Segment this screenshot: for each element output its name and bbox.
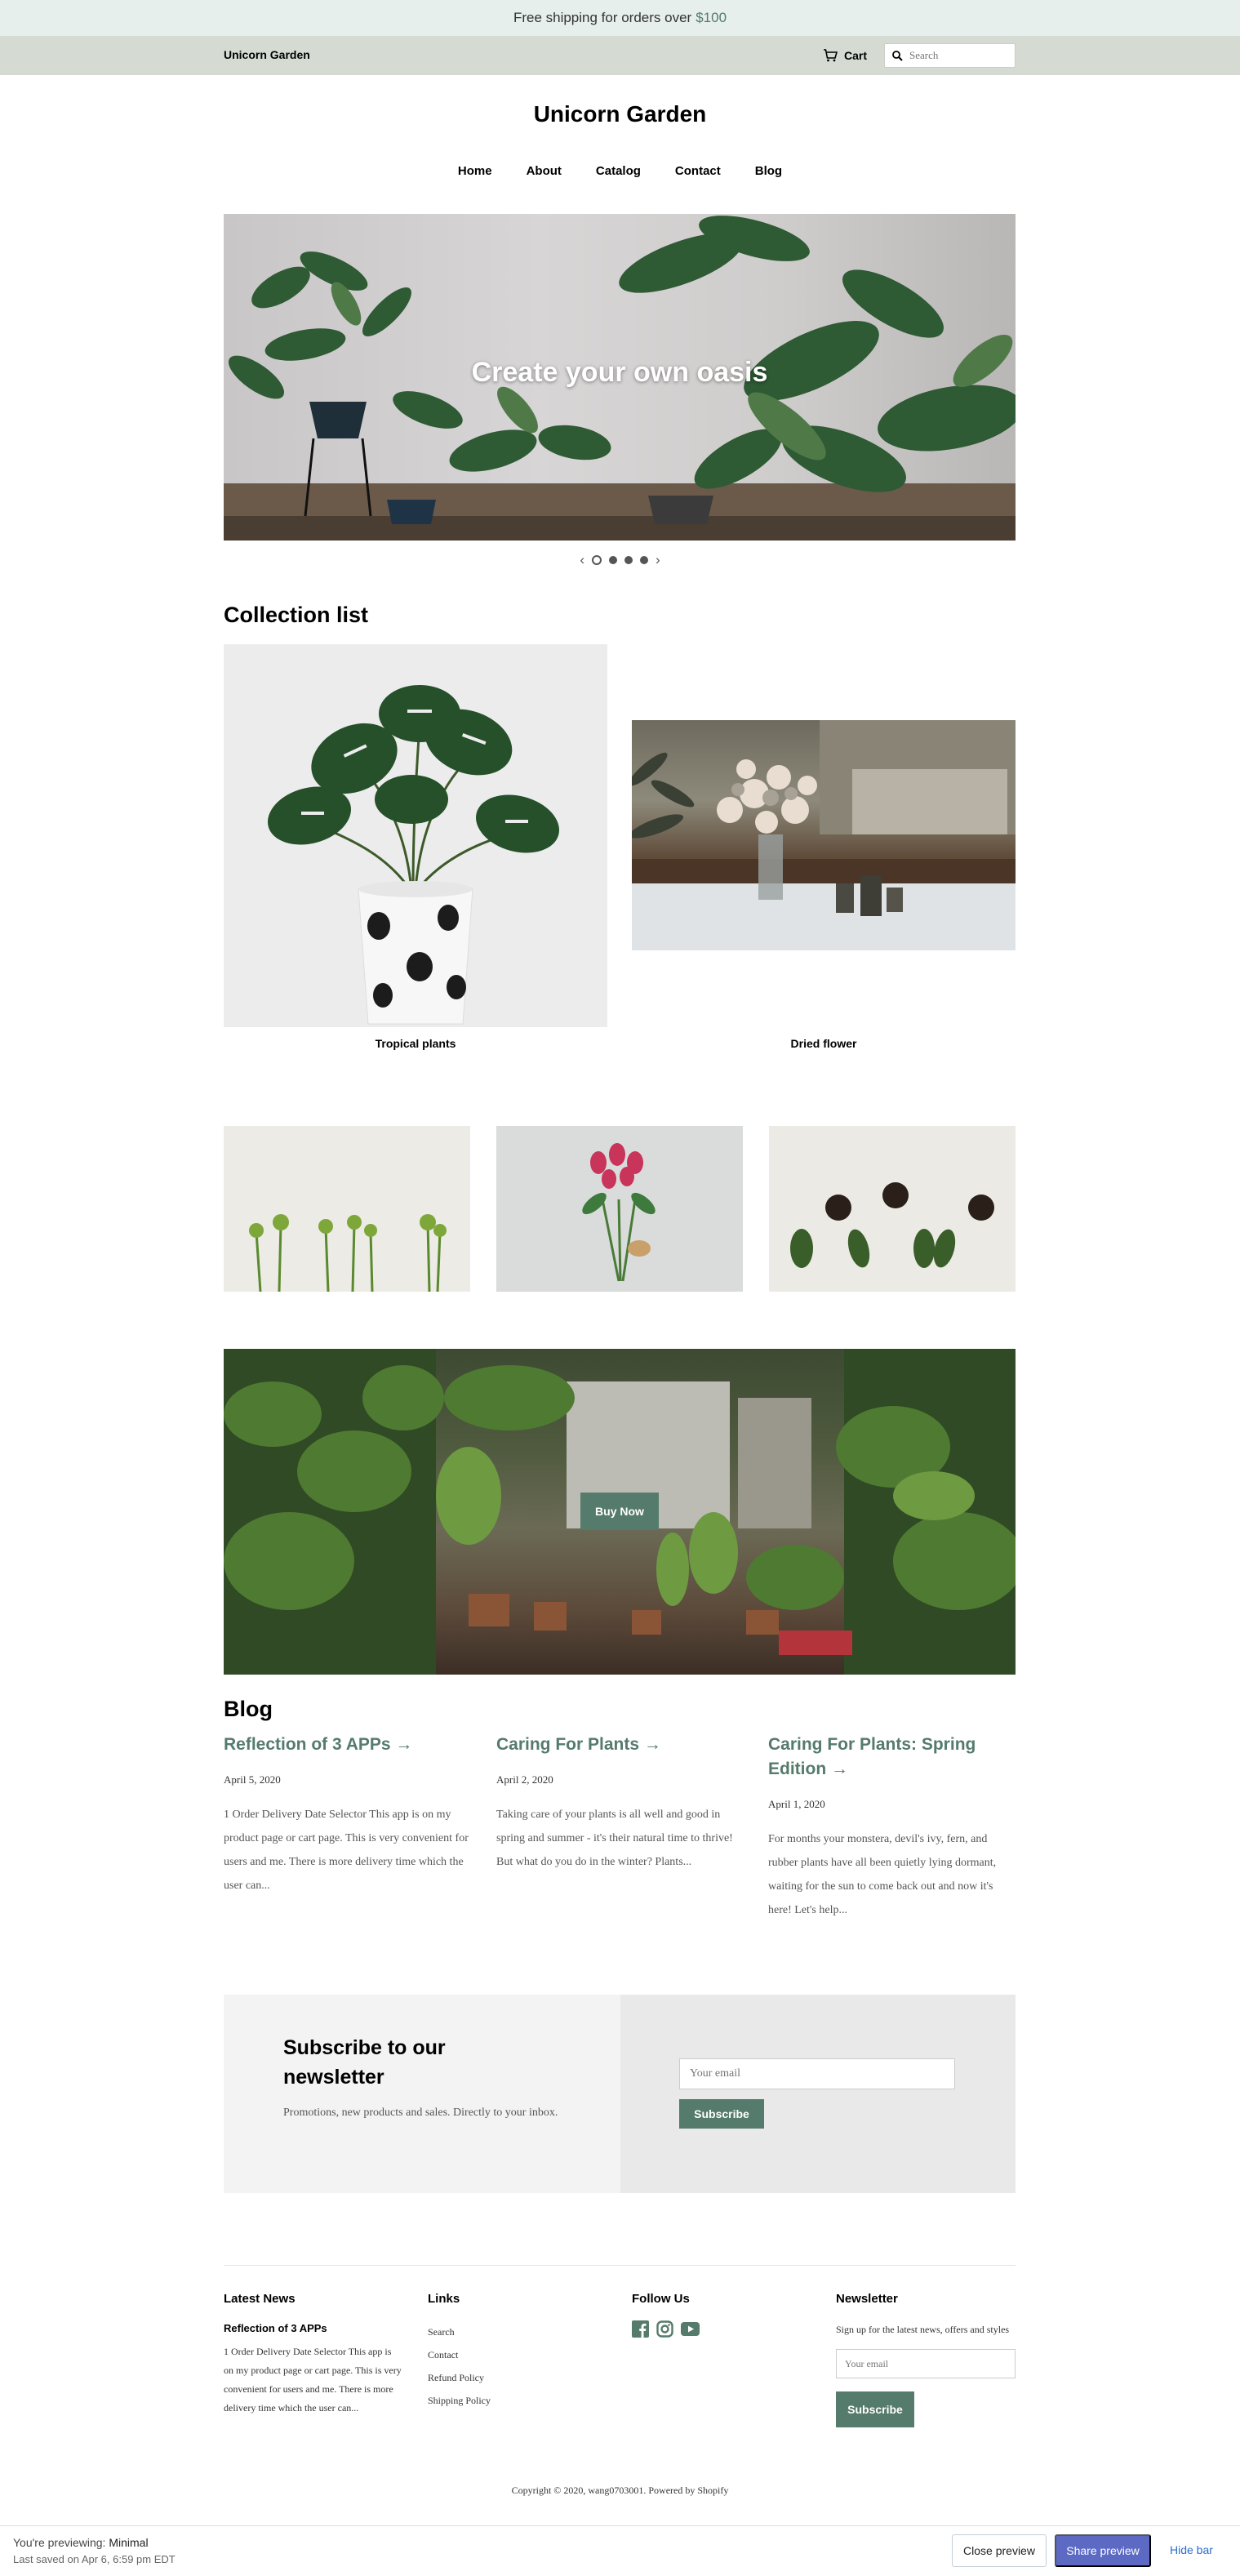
collection-tropical-label[interactable]: Tropical plants bbox=[224, 1037, 607, 1050]
blog-post-title[interactable]: Reflection of 3 APPs → bbox=[224, 1735, 412, 1754]
preview-label: You're previewing: bbox=[13, 2536, 106, 2549]
main-nav: Home About Catalog Contact Blog bbox=[0, 164, 1240, 178]
seedling-pots-illustration bbox=[790, 1182, 994, 1268]
slide-dot-4[interactable] bbox=[640, 555, 648, 564]
cart-icon bbox=[824, 49, 838, 62]
blog-post-excerpt: For months your monstera, devil's ivy, f… bbox=[768, 1833, 997, 1916]
nav-home[interactable]: Home bbox=[441, 164, 509, 178]
newsletter-form-panel bbox=[620, 1995, 1016, 2193]
promo-banner: Buy Now bbox=[224, 1349, 1016, 1675]
footer-latest-post-excerpt: 1 Order Delivery Date Selector This app … bbox=[224, 2346, 402, 2414]
monstera-plant-illustration bbox=[268, 685, 559, 1025]
preview-theme-name: Minimal bbox=[109, 2536, 149, 2549]
chrysanthemum-illustration bbox=[249, 1214, 447, 1292]
blog-post-2: Caring For Plants → April 2, 2020 Taking… bbox=[496, 1733, 745, 1874]
collection-dried-flower-label[interactable]: Dried flower bbox=[632, 1037, 1016, 1050]
announcement-bar: Free shipping for orders over $100 bbox=[0, 0, 1240, 36]
blog-post-date: April 5, 2020 bbox=[224, 1773, 281, 1786]
announcement-text: Free shipping for orders over bbox=[513, 10, 692, 25]
footer-links-heading: Links bbox=[428, 2292, 460, 2306]
slide-dot-1[interactable] bbox=[592, 554, 602, 565]
slide-dot-2[interactable] bbox=[609, 555, 617, 564]
footer-follow-heading: Follow Us bbox=[632, 2292, 690, 2306]
top-bar: Unicorn Garden Cart bbox=[0, 36, 1240, 75]
close-preview-button[interactable]: Close preview bbox=[952, 2534, 1047, 2567]
youtube-icon[interactable] bbox=[681, 2320, 700, 2338]
collection-list-heading: Collection list bbox=[224, 603, 369, 627]
footer-latest-post-title[interactable]: Reflection of 3 APPs bbox=[224, 2322, 403, 2334]
footer-divider bbox=[224, 2265, 1016, 2266]
footer-newsletter-heading: Newsletter bbox=[836, 2292, 898, 2306]
collection-dried-flower-image[interactable] bbox=[632, 720, 1016, 950]
footer-link-refund-policy[interactable]: Refund Policy bbox=[428, 2366, 607, 2389]
preview-status: You're previewing: Minimal bbox=[13, 2536, 149, 2549]
blog-post-date: April 1, 2020 bbox=[768, 1798, 825, 1810]
newsletter-heading: Subscribe to our newsletter bbox=[283, 2036, 446, 2089]
footer-link-contact[interactable]: Contact bbox=[428, 2343, 607, 2366]
blog-post-excerpt: Taking care of your plants is all well a… bbox=[496, 1809, 733, 1868]
search-icon[interactable] bbox=[892, 50, 903, 61]
slide-prev-icon[interactable]: ‹ bbox=[580, 553, 584, 567]
slide-next-icon[interactable]: › bbox=[656, 553, 660, 567]
newsletter-email-input[interactable] bbox=[679, 2058, 955, 2089]
buy-now-button[interactable]: Buy Now bbox=[580, 1493, 659, 1530]
newsletter-section: Subscribe to our newsletter Promotions, … bbox=[224, 1995, 1016, 2193]
footer-link-shipping-policy[interactable]: Shipping Policy bbox=[428, 2389, 607, 2412]
nav-contact[interactable]: Contact bbox=[658, 164, 738, 178]
blog-post-3: Caring For Plants: Spring Edition → Apri… bbox=[768, 1733, 1017, 1922]
theme-preview-bar: You're previewing: Minimal Last saved on… bbox=[0, 2525, 1240, 2576]
search-box[interactable] bbox=[884, 43, 1016, 68]
header-brand-link[interactable]: Unicorn Garden bbox=[224, 48, 310, 61]
site-title[interactable]: Unicorn Garden bbox=[0, 101, 1240, 127]
footer-latest-news: Latest News Reflection of 3 APPs 1 Order… bbox=[224, 2292, 403, 2418]
footer-copyright: Copyright © 2020, wang0703001. Powered b… bbox=[511, 2485, 729, 2496]
gallery-image-1 bbox=[224, 1126, 470, 1292]
footer-link-search[interactable]: Search bbox=[428, 2320, 607, 2343]
footer-newsletter-email-input[interactable] bbox=[836, 2349, 1016, 2378]
blog-post-1: Reflection of 3 APPs → April 5, 2020 1 O… bbox=[224, 1733, 473, 1898]
bouquet-illustration bbox=[582, 1143, 656, 1282]
footer-newsletter: Newsletter Sign up for the latest news, … bbox=[836, 2292, 1016, 2427]
announcement-amount: $100 bbox=[696, 10, 727, 25]
dried-flower-illustration bbox=[632, 720, 1016, 950]
collection-tropical-image[interactable] bbox=[224, 644, 607, 1027]
hide-bar-link[interactable]: Hide bar bbox=[1170, 2543, 1213, 2556]
newsletter-text: Promotions, new products and sales. Dire… bbox=[283, 2107, 558, 2119]
cart-label: Cart bbox=[844, 49, 868, 62]
nav-catalog[interactable]: Catalog bbox=[579, 164, 658, 178]
preview-last-saved: Last saved on Apr 6, 6:59 pm EDT bbox=[13, 2553, 176, 2565]
blog-post-excerpt: 1 Order Delivery Date Selector This app … bbox=[224, 1809, 469, 1892]
slideshow-controls: ‹ › bbox=[0, 553, 1240, 567]
facebook-icon[interactable] bbox=[632, 2320, 649, 2338]
search-input[interactable] bbox=[909, 49, 1007, 62]
footer-subscribe-button[interactable]: Subscribe bbox=[836, 2391, 914, 2427]
blog-post-title[interactable]: Caring For Plants → bbox=[496, 1735, 661, 1754]
footer-newsletter-text: Sign up for the latest news, offers and … bbox=[836, 2324, 1010, 2335]
blog-heading: Blog bbox=[224, 1697, 273, 1721]
newsletter-subscribe-button[interactable]: Subscribe bbox=[679, 2099, 764, 2129]
blog-post-date: April 2, 2020 bbox=[496, 1773, 553, 1786]
footer-latest-news-heading: Latest News bbox=[224, 2292, 296, 2306]
gallery-image-2 bbox=[496, 1126, 743, 1292]
footer-links: Links Search Contact Refund Policy Shipp… bbox=[428, 2292, 607, 2412]
hero-title: Create your own oasis bbox=[471, 357, 768, 388]
slide-dot-3[interactable] bbox=[624, 555, 633, 564]
nav-about[interactable]: About bbox=[509, 164, 579, 178]
cart-link[interactable]: Cart bbox=[823, 47, 867, 65]
footer-follow-us: Follow Us bbox=[632, 2292, 811, 2338]
gallery-image-3 bbox=[769, 1126, 1016, 1292]
instagram-icon[interactable] bbox=[656, 2320, 673, 2338]
blog-post-title[interactable]: Caring For Plants: Spring Edition → bbox=[768, 1733, 997, 1782]
share-preview-button[interactable]: Share preview bbox=[1055, 2534, 1151, 2567]
nav-blog[interactable]: Blog bbox=[738, 164, 799, 178]
hero-slideshow[interactable]: Create your own oasis bbox=[224, 214, 1016, 541]
